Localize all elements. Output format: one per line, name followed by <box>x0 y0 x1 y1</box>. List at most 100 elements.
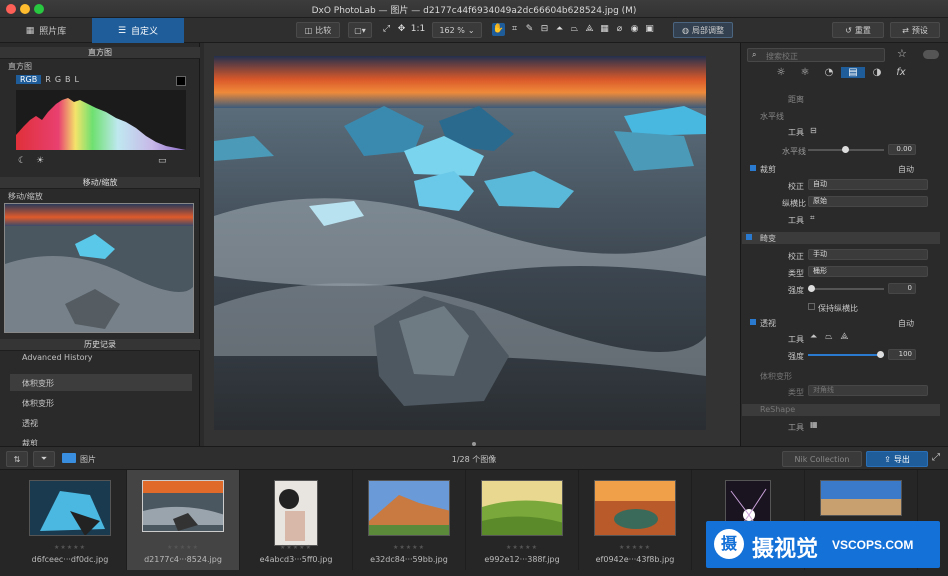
crop-tool-icon[interactable]: ⌗ <box>810 213 815 223</box>
shadow-clip-icon[interactable]: ☾ <box>18 156 26 166</box>
vignette-correction-select[interactable]: 手动 <box>808 249 928 260</box>
perspective-8pt-icon[interactable]: ⟁ <box>583 23 596 36</box>
perspective-strength-value[interactable]: 100 <box>888 349 916 360</box>
search-corrections-input[interactable]: ⌕ 搜索校正 <box>747 48 885 62</box>
filmstrip-thumbnail[interactable]: ★★★★★ e992e12···388f.jpg <box>466 470 579 570</box>
tab-library[interactable]: ▦ 照片库 <box>0 18 92 43</box>
grid-tool-icon[interactable]: ▦ <box>598 23 611 36</box>
history-item[interactable]: 透视 <box>22 418 38 429</box>
history-item-label: 体积变形 <box>22 379 54 388</box>
perspective-icon[interactable]: ⏶ <box>553 23 566 36</box>
rating-stars[interactable]: ★★★★★ <box>353 544 465 551</box>
reshape-tool-label: 工具 <box>788 423 804 432</box>
perspective-8pt-icon[interactable]: ⟁ <box>840 332 848 342</box>
vignette-type-select[interactable]: 桶形 <box>808 266 928 277</box>
preset-button[interactable]: ⇄ 预设 <box>890 22 940 38</box>
vignette-enabled-checkbox[interactable] <box>746 234 752 240</box>
filmstrip-thumbnail[interactable]: ★★★★★ e32dc84···59bb.jpg <box>353 470 466 570</box>
horizon-value[interactable]: 0.00 <box>888 144 916 155</box>
rating-stars[interactable]: ★★★★★ <box>127 544 239 551</box>
export-button[interactable]: ⇪ 导出 <box>866 451 928 467</box>
vignette-strength-value[interactable]: 0 <box>888 283 916 294</box>
perspective-strength-slider[interactable] <box>808 351 884 358</box>
nik-collection-button[interactable]: Nik Collection <box>782 451 862 467</box>
local-adjust-button[interactable]: ◍ 局部调整 <box>673 22 733 38</box>
layout-button[interactable]: ▢▾ <box>348 22 372 38</box>
favorites-toggle[interactable] <box>923 50 939 59</box>
channel-g[interactable]: G <box>55 75 61 84</box>
highlight-clip-icon[interactable]: ☀ <box>36 156 44 166</box>
reshape-grid-icon[interactable]: ▦ <box>810 420 818 429</box>
crop-section-header[interactable]: 裁剪 自动 <box>744 163 944 175</box>
channel-r[interactable]: R <box>45 75 51 84</box>
one-to-one-button[interactable]: 1:1 <box>410 23 426 36</box>
crop-correction-select[interactable]: 自动 <box>808 179 928 190</box>
chevron-down-icon: ⌄ <box>467 25 475 35</box>
vignette-strength-thumb[interactable] <box>808 285 815 292</box>
fx-palette-icon[interactable]: fx <box>889 67 913 78</box>
navigator-preview[interactable] <box>4 203 194 333</box>
move-icon[interactable]: ✥ <box>395 23 408 36</box>
local-palette-icon[interactable]: ◑ <box>865 67 889 78</box>
perspective-strength-thumb[interactable] <box>877 351 884 358</box>
perspective-rect-icon[interactable]: ⏢ <box>568 23 581 36</box>
fullscreen-icon[interactable]: ⤢ <box>932 452 940 463</box>
channel-b[interactable]: B <box>65 75 71 84</box>
vignette-strength-slider[interactable] <box>808 285 884 292</box>
nik-collection-label: Nik Collection <box>794 454 850 464</box>
eye-icon[interactable]: ◉ <box>628 23 641 36</box>
thumbnail-filename: e4abcd3···5ff0.jpg <box>259 555 333 564</box>
vignette-section-header[interactable]: 畸变 <box>742 232 940 244</box>
perspective-4pt-icon[interactable]: ⏶ <box>810 332 817 342</box>
horizon-slider[interactable] <box>808 146 884 153</box>
filmstrip-thumbnail[interactable]: ★★★★★ d6fceec···df0dc.jpg <box>14 470 127 570</box>
history-panel-header[interactable]: 历史记录 <box>0 339 200 351</box>
horizon-section-header[interactable]: 水平线 <box>744 110 944 124</box>
star-icon[interactable]: ☆ <box>897 47 907 60</box>
rating-stars[interactable]: ★★★★★ <box>579 544 691 551</box>
filmstrip-thumbnail[interactable]: ★★★★★ e4abcd3···5ff0.jpg <box>240 470 353 570</box>
repair-icon[interactable]: ⌀ <box>613 23 626 36</box>
crop-title: 裁剪 <box>760 165 776 174</box>
light-palette-icon[interactable]: ☼ <box>769 67 793 78</box>
geometry-palette-icon[interactable]: ▤ <box>841 67 865 78</box>
perspective-enabled-checkbox[interactable] <box>750 319 756 325</box>
eyedropper-icon[interactable]: ✎ <box>523 23 536 36</box>
horizon-tool-icon[interactable]: ⊟ <box>810 126 817 135</box>
detail-palette-icon[interactable]: ◔ <box>817 67 841 78</box>
perspective-section-header[interactable]: 透视 自动 <box>744 317 944 329</box>
history-item[interactable]: 体积变形 <box>10 374 192 391</box>
main-photo[interactable] <box>214 56 706 430</box>
crop-tool-icon[interactable]: ⌗ <box>508 23 521 36</box>
crop-enabled-checkbox[interactable] <box>750 165 756 171</box>
overlay-icon[interactable]: ▣ <box>643 23 656 36</box>
reset-button[interactable]: ↺ 重置 <box>832 22 884 38</box>
compare-button[interactable]: ◫ 比较 <box>296 22 340 38</box>
horizon-tool-icon[interactable]: ⊟ <box>538 23 551 36</box>
zoom-select[interactable]: 162 % ⌄ <box>432 22 482 38</box>
left-panel: 直方图 直方图 RGB R G B L ☾ ☀ ▭ 移动/缩放 移动/缩放 历史… <box>0 43 200 448</box>
hand-tool-icon[interactable]: ✋ <box>492 23 505 36</box>
histogram-panel-header[interactable]: 直方图 <box>0 47 200 59</box>
crop-ratio-select[interactable]: 原始 <box>808 196 928 207</box>
horizon-slider-thumb[interactable] <box>842 146 849 153</box>
history-item[interactable]: 体积变形 <box>22 398 54 409</box>
monitor-icon[interactable]: ▭ <box>158 156 167 166</box>
volume-type-select[interactable]: 对角线 <box>808 385 928 396</box>
fit-icon[interactable]: ⤢ <box>380 23 393 36</box>
keep-ratio-checkbox[interactable] <box>808 303 815 310</box>
reshape-section-header[interactable]: ReShape <box>742 404 940 416</box>
channel-l[interactable]: L <box>75 75 79 84</box>
volume-section-header[interactable]: 体积变形 <box>744 370 944 382</box>
tab-customize[interactable]: ☰ 自定义 <box>92 18 184 43</box>
filmstrip-thumbnail-selected[interactable]: ★★★★★ d2177c4···8524.jpg <box>127 470 240 570</box>
move-zoom-panel-header[interactable]: 移动/缩放 <box>0 177 200 189</box>
color-palette-icon[interactable]: ⚛ <box>793 67 817 78</box>
rating-stars[interactable]: ★★★★★ <box>240 544 352 551</box>
filmstrip-thumbnail[interactable]: ★★★★★ ef0942e···43f8b.jpg <box>579 470 692 570</box>
rating-stars[interactable]: ★★★★★ <box>466 544 578 551</box>
rating-stars[interactable]: ★★★★★ <box>14 544 126 551</box>
clipping-color-swatch[interactable] <box>176 76 186 86</box>
channel-rgb[interactable]: RGB <box>16 75 42 84</box>
perspective-rect-icon[interactable]: ⏢ <box>825 332 832 342</box>
